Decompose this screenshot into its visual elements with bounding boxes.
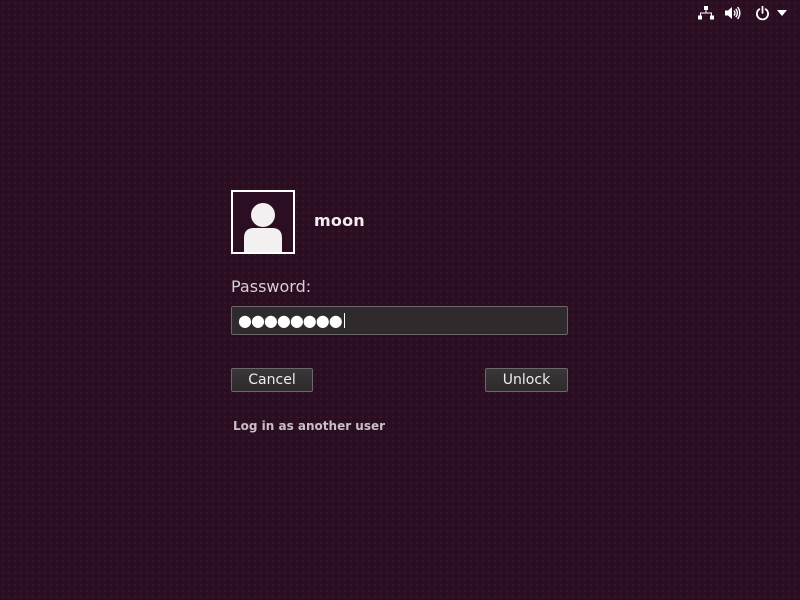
text-cursor — [343, 313, 345, 328]
password-label: Password: — [231, 277, 312, 296]
power-icon[interactable] — [752, 0, 772, 26]
network-icon[interactable] — [696, 0, 716, 26]
menu-arrow-icon[interactable] — [776, 0, 788, 26]
user-row: moon — [231, 190, 568, 254]
cancel-button[interactable]: Cancel — [231, 368, 313, 392]
user-avatar-icon — [231, 190, 295, 254]
top-panel — [696, 0, 800, 26]
sound-icon[interactable] — [723, 0, 743, 26]
password-input[interactable]: ●●●●●●●● — [231, 306, 568, 335]
unlock-button[interactable]: Unlock — [485, 368, 568, 392]
username: moon — [314, 210, 365, 230]
login-greeter: moon Password: ●●●●●●●● Cancel Unlock Lo… — [231, 190, 568, 433]
log-in-as-another-user-link[interactable]: Log in as another user — [233, 419, 385, 433]
password-masked-value: ●●●●●●●● — [238, 310, 343, 330]
